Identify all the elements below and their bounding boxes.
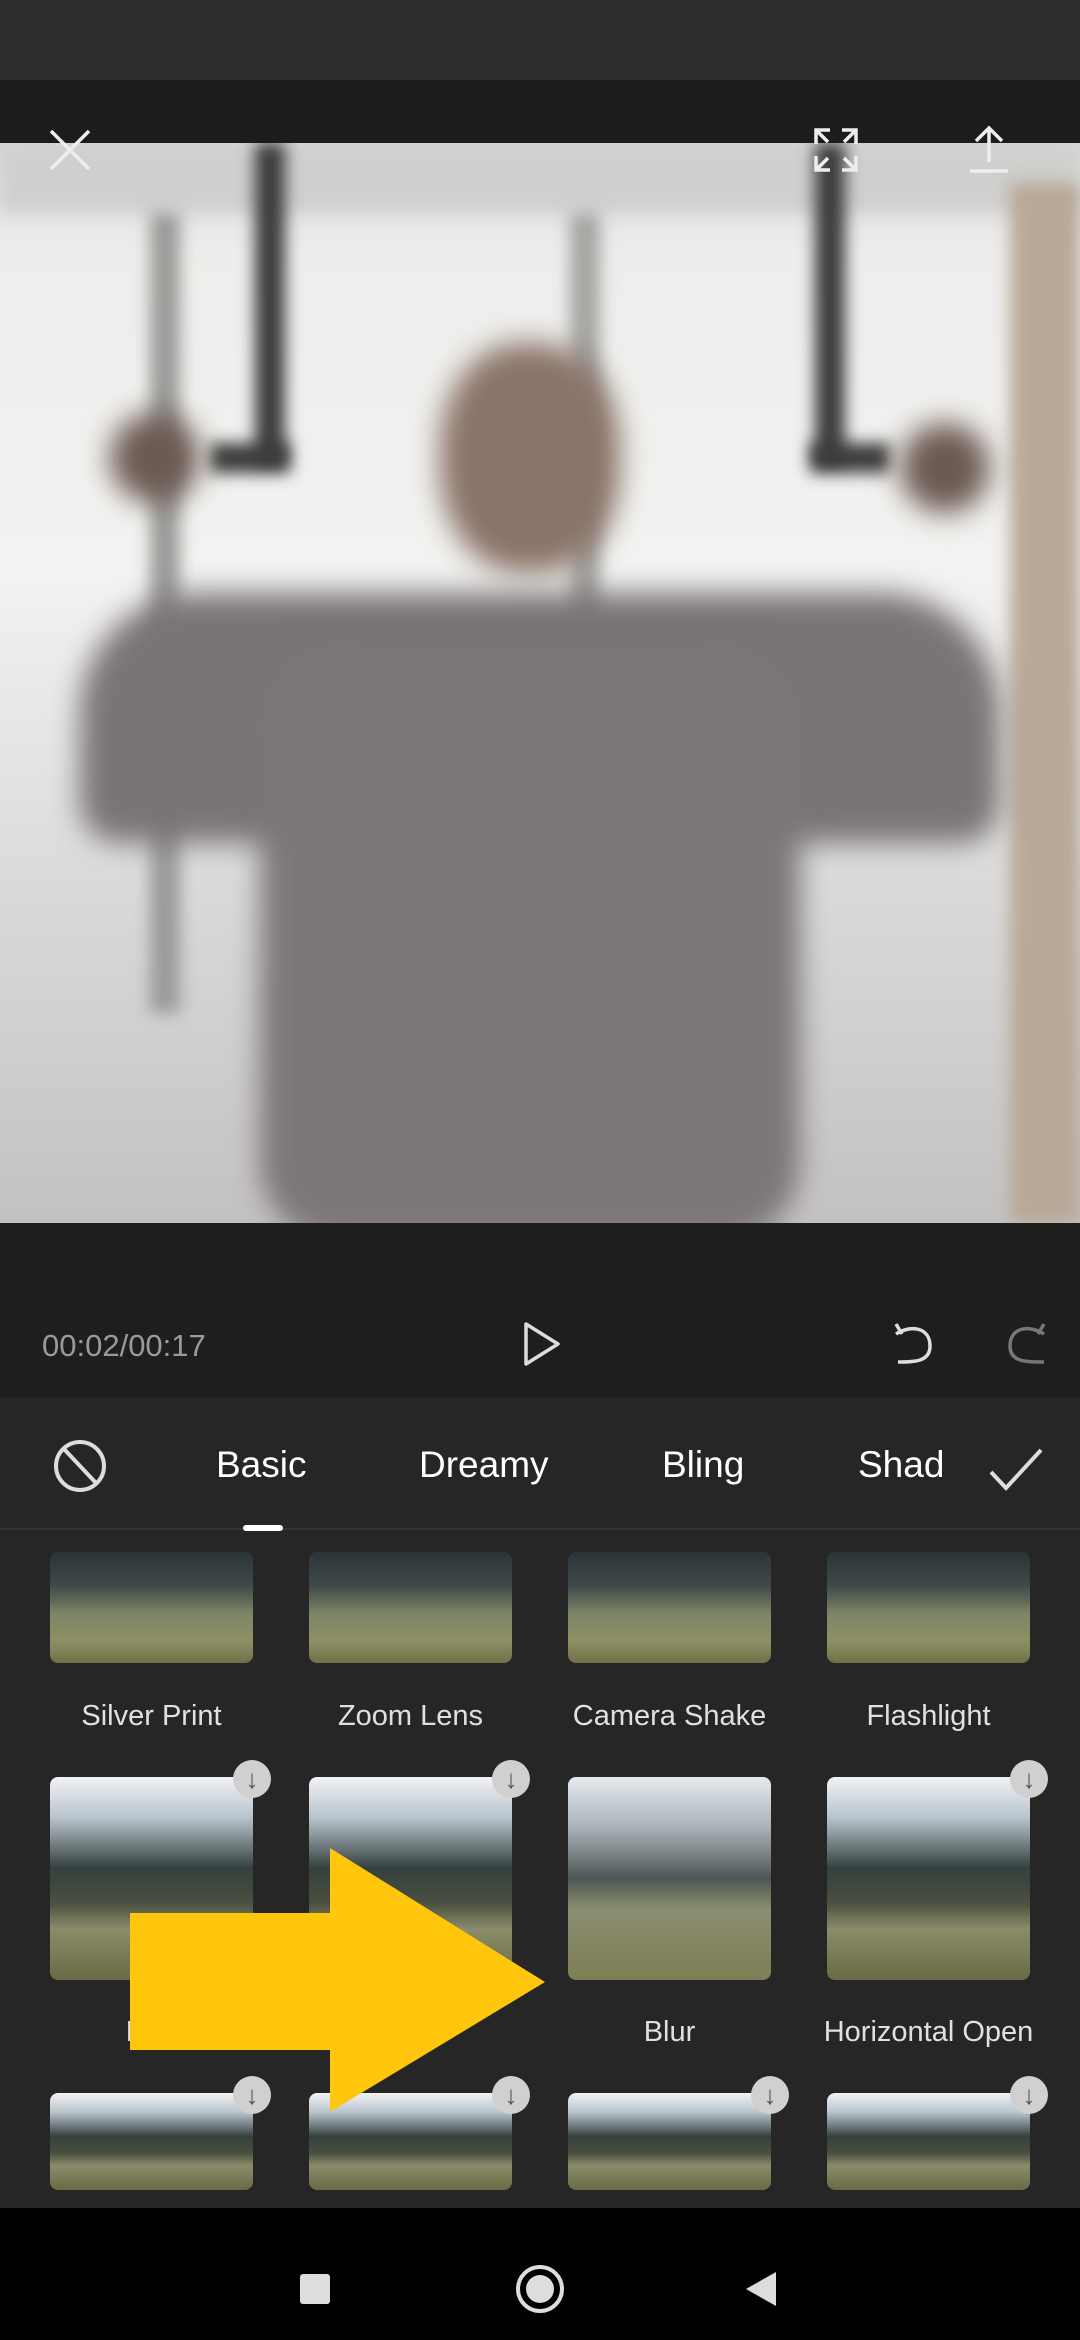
home-button[interactable] [516,2265,564,2313]
recents-button[interactable] [300,2274,330,2304]
arrow-shape [130,1848,545,2112]
navigation-bar [0,2208,1080,2340]
back-button[interactable] [744,2270,778,2308]
annotation-arrow [130,1848,545,2112]
